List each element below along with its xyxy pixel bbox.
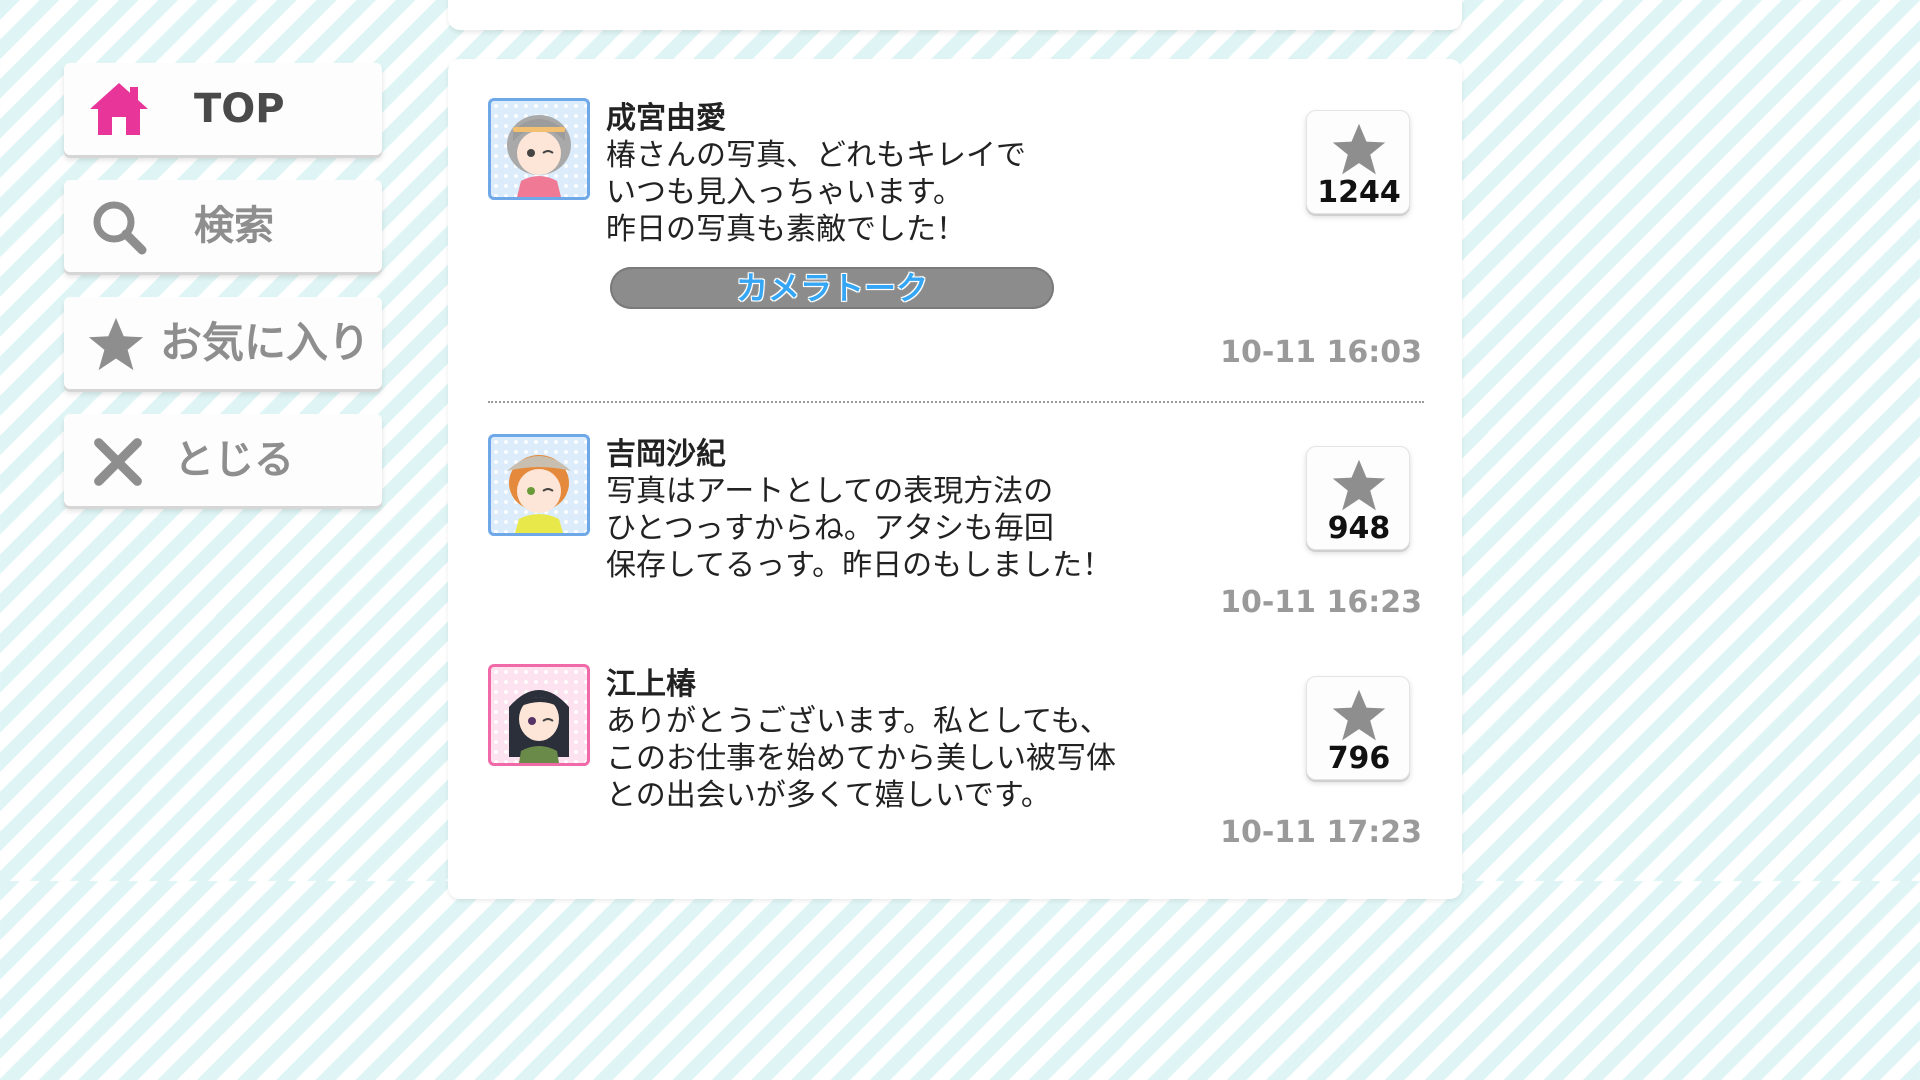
comment-text: ありがとうございます。私としても、 このお仕事を始めてから美しい被写体 との出会… (606, 704, 1116, 813)
comment-author: 吉岡沙紀 (606, 437, 726, 472)
avatar-icon (507, 455, 571, 533)
like-count: 1244 (1317, 175, 1401, 210)
comment-author: 成宮由愛 (606, 101, 726, 136)
comment-author: 江上椿 (606, 667, 696, 702)
close-button[interactable]: とじる (64, 414, 382, 506)
search-label: 検索 (194, 203, 274, 249)
avatar (488, 434, 590, 536)
comment-divider (488, 401, 1424, 403)
like-button[interactable]: 796 (1306, 676, 1410, 780)
like-button[interactable]: 948 (1306, 446, 1410, 550)
favorites-button[interactable]: お気に入り (64, 297, 382, 389)
timestamp: 10-11 16:03 (1220, 335, 1422, 370)
home-icon (90, 83, 148, 135)
avatar-icon (509, 690, 569, 763)
star-icon (1332, 689, 1386, 741)
favorites-label: お気に入り (160, 318, 371, 367)
comment-panel: 成宮由愛 椿さんの写真、どれもキレイで いつも見入っちゃいます。 昨日の写真も素… (448, 59, 1462, 899)
avatar-icon (507, 115, 571, 197)
timestamp: 10-11 16:23 (1220, 585, 1422, 620)
top-label: TOP (194, 86, 285, 132)
close-icon (94, 438, 142, 486)
star-icon (1332, 459, 1386, 511)
search-icon (93, 201, 147, 255)
star-icon (1332, 123, 1386, 175)
comment-text: 椿さんの写真、どれもキレイで いつも見入っちゃいます。 昨日の写真も素敵でした！ (606, 138, 1026, 247)
comment-text: 写真はアートとしての表現方法の ひとつっすからね。アタシも毎回 保存してるっす。… (606, 474, 1113, 583)
timestamp: 10-11 17:23 (1220, 815, 1422, 850)
close-label: とじる (174, 437, 294, 483)
previous-panel (448, 0, 1462, 30)
star-icon (88, 317, 144, 371)
like-count: 948 (1327, 511, 1391, 546)
avatar (488, 664, 590, 766)
avatar (488, 98, 590, 200)
search-button[interactable]: 検索 (64, 180, 382, 272)
like-count: 796 (1327, 741, 1391, 776)
talk-tag-button[interactable]: カメラトーク (610, 267, 1054, 309)
like-button[interactable]: 1244 (1306, 110, 1410, 214)
top-button[interactable]: TOP (64, 63, 382, 155)
